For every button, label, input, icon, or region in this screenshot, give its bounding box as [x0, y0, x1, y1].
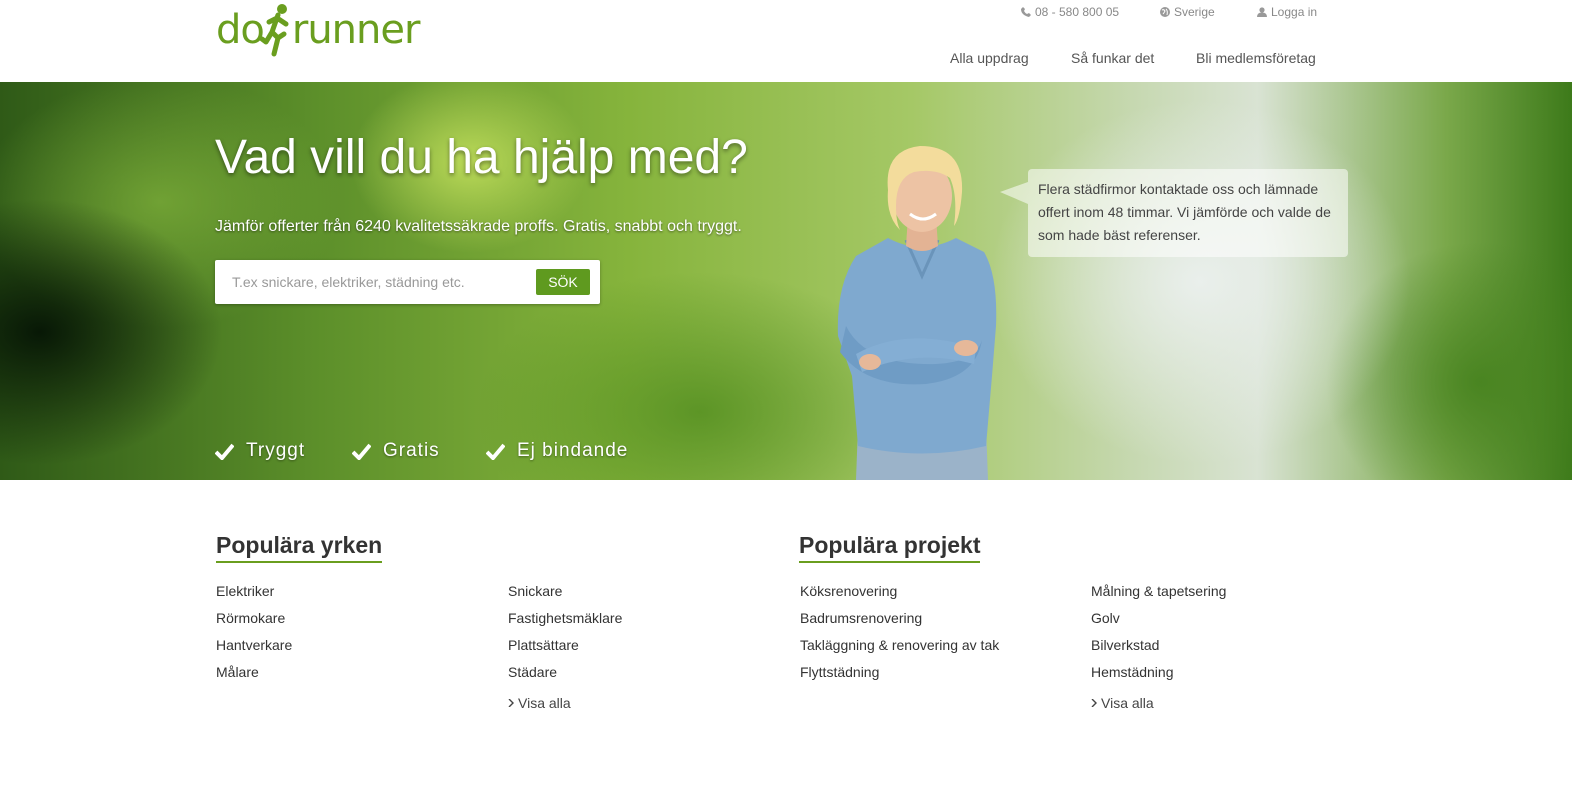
login-label: Logga in [1271, 5, 1318, 19]
user-icon [1257, 7, 1267, 17]
show-all-label: Visa alla [1101, 694, 1154, 711]
country-selector[interactable]: Sverige [1160, 5, 1215, 19]
project-link[interactable]: Hemstädning [1091, 664, 1226, 691]
project-link[interactable]: Målning & tapetsering [1091, 583, 1226, 610]
globe-icon [1160, 7, 1170, 17]
site-header: do runner 08 - 580 800 05 Sverige Logga … [0, 0, 1572, 82]
phone-contact[interactable]: 08 - 580 800 05 [1021, 5, 1119, 19]
phone-number: 08 - 580 800 05 [1035, 5, 1120, 19]
project-link[interactable]: Badrumsrenovering [800, 610, 999, 637]
check-icon [352, 443, 371, 460]
phone-icon [1021, 7, 1031, 17]
nav-sa-funkar-det[interactable]: Så funkar det [1071, 50, 1154, 66]
popular-trades-title: Populära yrken [216, 532, 383, 563]
trade-link[interactable]: Städare [508, 664, 622, 691]
popular-projects-title: Populära projekt [799, 532, 981, 563]
login-link[interactable]: Logga in [1257, 5, 1317, 19]
trade-link[interactable]: Målare [216, 664, 292, 691]
check-icon [486, 443, 505, 460]
show-all-projects-link[interactable]: Visa alla [1091, 693, 1226, 713]
show-all-trades-link[interactable]: Visa alla [508, 693, 622, 713]
runner-logo-icon [259, 4, 289, 57]
show-all-label: Visa alla [518, 694, 571, 711]
trade-link[interactable]: Rörmokare [216, 610, 292, 637]
feature-label: Gratis [383, 440, 440, 461]
chevron-right-icon [1091, 699, 1097, 707]
testimonial-bubble: Flera städfirmor kontaktade oss och lämn… [1028, 169, 1348, 257]
project-link[interactable]: Golv [1091, 610, 1226, 637]
logo-text-runner: runner [291, 7, 421, 53]
project-link[interactable]: Köksrenovering [800, 583, 999, 610]
search-box: SÖK [215, 260, 600, 304]
search-button[interactable]: SÖK [536, 269, 590, 295]
hero-subtitle: Jämför offerter från 6240 kvalitetssäkra… [215, 218, 742, 235]
popular-projects-list-2: Målning & tapetsering Golv Bilverkstad H… [1091, 583, 1226, 713]
popular-trades-list-1: Elektriker Rörmokare Hantverkare Målare [216, 583, 292, 691]
trade-link[interactable]: Hantverkare [216, 637, 292, 664]
check-icon [215, 443, 234, 460]
feature-item: Gratis [352, 440, 440, 462]
logo[interactable]: do runner [216, 0, 421, 60]
popular-trades-list-2: Snickare Fastighetsmäklare Plattsättare … [508, 583, 622, 713]
speech-bubble-tail [1000, 182, 1028, 204]
trade-link[interactable]: Elektriker [216, 583, 292, 610]
feature-item: Tryggt [215, 440, 305, 462]
search-input[interactable] [225, 270, 525, 294]
logo-text-do: do [216, 7, 265, 53]
nav-bli-medlemsforetag[interactable]: Bli medlemsföretag [1196, 50, 1316, 66]
hero-title: Vad vill du ha hjälp med? [215, 131, 748, 184]
feature-label: Tryggt [246, 440, 306, 461]
hero-banner: Vad vill du ha hjälp med? Jämför offerte… [0, 82, 1572, 480]
feature-label: Ej bindande [517, 440, 629, 461]
nav-alla-uppdrag[interactable]: Alla uppdrag [950, 50, 1029, 66]
feature-item: Ej bindande [486, 440, 628, 462]
testimonial-person-image [837, 146, 997, 480]
trade-link[interactable]: Snickare [508, 583, 622, 610]
project-link[interactable]: Bilverkstad [1091, 637, 1226, 664]
popular-projects-list-1: Köksrenovering Badrumsrenovering Taklägg… [800, 583, 999, 691]
project-link[interactable]: Takläggning & renovering av tak [800, 637, 999, 664]
trade-link[interactable]: Fastighetsmäklare [508, 610, 622, 637]
country-label: Sverige [1174, 5, 1215, 19]
trade-link[interactable]: Plattsättare [508, 637, 622, 664]
chevron-right-icon [508, 699, 514, 707]
project-link[interactable]: Flyttstädning [800, 664, 999, 691]
